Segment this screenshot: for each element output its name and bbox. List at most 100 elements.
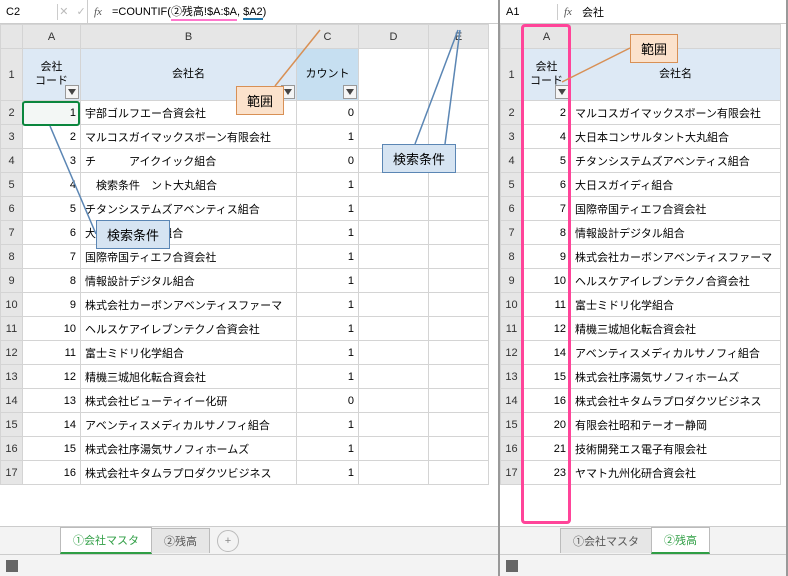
cell[interactable]	[359, 101, 429, 125]
cell-name[interactable]: ヘルスケアイレブンテクノ合資会社	[571, 269, 781, 293]
cell-name[interactable]: 大日スガイディ組合	[571, 173, 781, 197]
row-header[interactable]: 5	[501, 173, 523, 197]
cell-code[interactable]: 10	[23, 317, 81, 341]
col-A-header[interactable]: A	[523, 25, 571, 49]
row-header[interactable]: 9	[501, 269, 523, 293]
cell-count[interactable]: 1	[297, 437, 359, 461]
col-A-header[interactable]: A	[23, 25, 81, 49]
formula-input[interactable]: 会社	[578, 2, 786, 22]
row-header[interactable]: 15	[1, 413, 23, 437]
cell-code[interactable]: 8	[23, 269, 81, 293]
row-header[interactable]: 14	[1, 389, 23, 413]
hdr-code[interactable]: 会社 コード	[23, 49, 81, 101]
cell-count[interactable]: 1	[297, 221, 359, 245]
cell-name[interactable]: 有限会社昭和テーオー静岡	[571, 413, 781, 437]
col-D-header[interactable]: D	[359, 25, 429, 49]
row-header[interactable]: 4	[1, 149, 23, 173]
cell-name[interactable]: 株式会社キタムラプロダクツビジネス	[571, 389, 781, 413]
cancel-icon[interactable]: ✕	[55, 5, 72, 18]
cell-count[interactable]: 1	[297, 413, 359, 437]
cell-name[interactable]: チタンシステムズアベンティス組合	[571, 149, 781, 173]
cell-code[interactable]: 11	[23, 341, 81, 365]
cell-code[interactable]: 16	[523, 389, 571, 413]
cell-name[interactable]: 精機三城旭化転合資会社	[571, 317, 781, 341]
cell-code[interactable]: 5	[523, 149, 571, 173]
cell[interactable]	[429, 341, 489, 365]
cell-name[interactable]: チ アイクイック組合	[81, 149, 297, 173]
cell-name[interactable]: 株式会社カーボンアベンティスファーマ	[571, 245, 781, 269]
row-header[interactable]: 13	[501, 365, 523, 389]
cell-code[interactable]: 6	[23, 221, 81, 245]
cell-name[interactable]: 大日本コンサルタント大丸組合	[571, 125, 781, 149]
cell[interactable]	[359, 437, 429, 461]
cell-name[interactable]: 国際帝国ティエフ合資会社	[571, 197, 781, 221]
cell-name[interactable]: ヘルスケアイレブンテクノ合資会社	[81, 317, 297, 341]
row-header[interactable]: 12	[1, 341, 23, 365]
cell-count[interactable]: 1	[297, 197, 359, 221]
cell-code[interactable]: 15	[23, 437, 81, 461]
sheet-tab-balance[interactable]: ②残高	[651, 527, 710, 554]
cell[interactable]	[429, 437, 489, 461]
cell-code[interactable]: 2	[523, 101, 571, 125]
cell-name[interactable]: 富士ミドリ化学組合	[571, 293, 781, 317]
cell-name[interactable]: 株式会社序湯気サノフィホームズ	[81, 437, 297, 461]
cell-code[interactable]: 2	[23, 125, 81, 149]
col-C-header[interactable]: C	[297, 25, 359, 49]
cell-code[interactable]: 5	[23, 197, 81, 221]
cell[interactable]	[359, 413, 429, 437]
cell-name[interactable]: 精機三城旭化転合資会社	[81, 365, 297, 389]
row-header[interactable]: 16	[1, 437, 23, 461]
cell-name[interactable]: 情報設計デジタル組合	[81, 269, 297, 293]
cell-code[interactable]: 7	[523, 197, 571, 221]
cell-count[interactable]: 1	[297, 461, 359, 485]
row-header[interactable]: 7	[501, 221, 523, 245]
cell-name[interactable]: 富士ミドリ化学組合	[81, 341, 297, 365]
cell-name[interactable]: ヤマト九州化研合資会社	[571, 461, 781, 485]
row-header[interactable]: 11	[501, 317, 523, 341]
cell[interactable]	[429, 365, 489, 389]
row-header[interactable]: 6	[501, 197, 523, 221]
cell[interactable]	[359, 317, 429, 341]
cell-name[interactable]: マルコスガイマックスボーン有限会社	[571, 101, 781, 125]
row-header[interactable]: 13	[1, 365, 23, 389]
cell-count[interactable]: 0	[297, 101, 359, 125]
formula-input[interactable]: =COUNTIF(②残高!$A:$A, $A2)	[108, 1, 498, 23]
cell-code[interactable]: 7	[23, 245, 81, 269]
cell-count[interactable]: 1	[297, 245, 359, 269]
cell-count[interactable]: 0	[297, 149, 359, 173]
cell-name[interactable]: 技術開発エス電子有限会社	[571, 437, 781, 461]
row-header[interactable]: 6	[1, 197, 23, 221]
cell[interactable]	[429, 245, 489, 269]
cell-code[interactable]: 16	[23, 461, 81, 485]
cell-name[interactable]: アベンティスメディカルサノフィ組合	[81, 413, 297, 437]
fx-icon[interactable]: fx	[88, 6, 108, 18]
cell[interactable]	[429, 197, 489, 221]
cell-code[interactable]: 21	[523, 437, 571, 461]
cell[interactable]	[429, 49, 489, 101]
cell-code[interactable]: 9	[23, 293, 81, 317]
cell-code[interactable]: 3	[23, 149, 81, 173]
cell[interactable]	[429, 317, 489, 341]
grid[interactable]: A 1 会社 コード 会社名 2 2 マルコスガイマックスボーン有限会社3 4 …	[500, 24, 786, 526]
row-header[interactable]: 8	[1, 245, 23, 269]
row-header[interactable]: 16	[501, 437, 523, 461]
cell-name[interactable]: チタンシステムズアベンティス組合	[81, 197, 297, 221]
row-header[interactable]: 11	[1, 317, 23, 341]
row-header[interactable]: 10	[501, 293, 523, 317]
row-header[interactable]: 12	[501, 341, 523, 365]
row-header[interactable]: 3	[1, 125, 23, 149]
row-header[interactable]: 3	[501, 125, 523, 149]
cell-count[interactable]: 1	[297, 173, 359, 197]
cell[interactable]	[359, 221, 429, 245]
row-header[interactable]: 4	[501, 149, 523, 173]
cell[interactable]	[359, 461, 429, 485]
cell-name[interactable]: 情報設計デジタル組合	[571, 221, 781, 245]
cell[interactable]	[359, 245, 429, 269]
row-header[interactable]: 2	[1, 101, 23, 125]
cell-code[interactable]: 15	[523, 365, 571, 389]
cell[interactable]	[359, 341, 429, 365]
cell-code[interactable]: 13	[23, 389, 81, 413]
cell-code[interactable]: 14	[23, 413, 81, 437]
cell-count[interactable]: 0	[297, 389, 359, 413]
cell[interactable]	[429, 269, 489, 293]
